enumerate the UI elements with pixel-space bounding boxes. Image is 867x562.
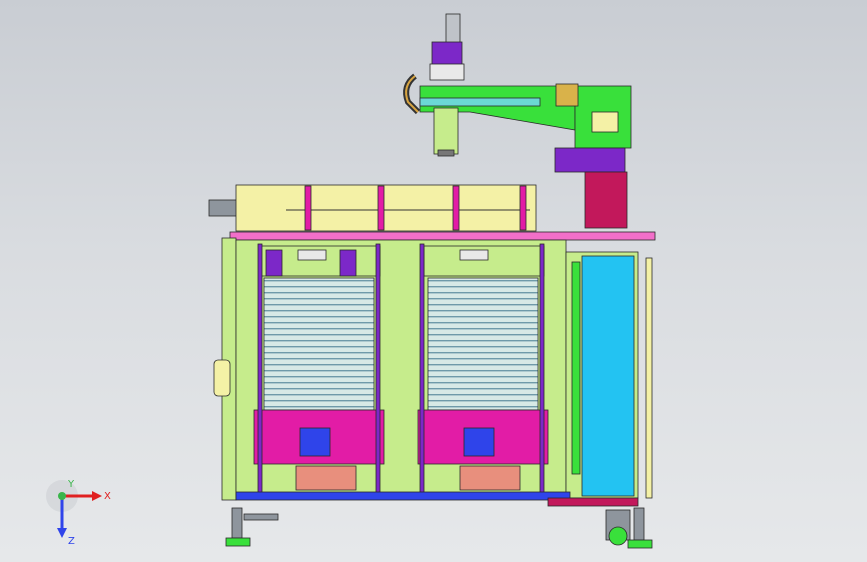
rail-2 xyxy=(375,243,381,497)
cabinet-hinge xyxy=(571,261,581,475)
z-axis-arrow xyxy=(57,528,67,538)
magazine-right-foot xyxy=(459,465,521,491)
magazine-right-slots xyxy=(427,277,539,411)
top-housing xyxy=(235,184,537,232)
magazine-right-clamp xyxy=(459,249,489,261)
magazine-left-foot xyxy=(295,465,357,491)
y-axis-dot xyxy=(58,492,66,500)
arm-rail xyxy=(419,97,541,107)
cabinet-side-bar xyxy=(645,257,653,499)
x-axis-arrow xyxy=(92,491,102,501)
actuator-motor xyxy=(431,41,463,67)
foot-right-post xyxy=(633,507,645,541)
magazine-right-sensor xyxy=(463,427,495,457)
top-rib-1 xyxy=(304,185,312,231)
gripper-tip xyxy=(437,149,455,157)
base-rail-right xyxy=(547,497,639,507)
magazine-left-block-b xyxy=(339,249,357,277)
gripper-head xyxy=(433,107,459,155)
base-rail xyxy=(235,491,571,501)
foot-left-pad xyxy=(225,537,251,547)
top-rib-2 xyxy=(377,185,385,231)
arm-motor xyxy=(555,83,579,107)
cad-viewport[interactable]: X Y Z xyxy=(0,0,867,562)
rail-1 xyxy=(257,243,263,497)
x-axis-label: X xyxy=(104,491,111,502)
side-motor xyxy=(208,199,240,217)
machine-assembly-drawing xyxy=(208,13,656,549)
column-purple-block xyxy=(554,147,626,173)
actuator-bracket xyxy=(429,63,465,81)
rail-4 xyxy=(539,243,545,497)
top-rib-3 xyxy=(452,185,460,231)
foot-left-post xyxy=(231,507,243,539)
main-frame xyxy=(213,237,653,507)
caster-wheel xyxy=(608,526,628,546)
magazine-left-slots xyxy=(263,277,375,411)
magazine-left-block-a xyxy=(265,249,283,277)
foot-right-pad xyxy=(627,539,653,549)
top-plate xyxy=(229,231,656,241)
magazine-left-sensor xyxy=(299,427,331,457)
rail-3 xyxy=(419,243,425,497)
door-handle xyxy=(213,359,231,397)
cabinet-door xyxy=(581,255,635,497)
top-rib-4 xyxy=(519,185,527,231)
magazine-left-clamp xyxy=(297,249,327,261)
z-axis-label: Z xyxy=(68,536,75,547)
feet xyxy=(225,507,653,549)
y-axis-label: Y xyxy=(67,479,75,490)
column-post xyxy=(584,171,628,229)
orientation-triad: X Y Z xyxy=(46,479,111,547)
column-window xyxy=(591,111,619,133)
foot-left-bar xyxy=(243,513,279,521)
